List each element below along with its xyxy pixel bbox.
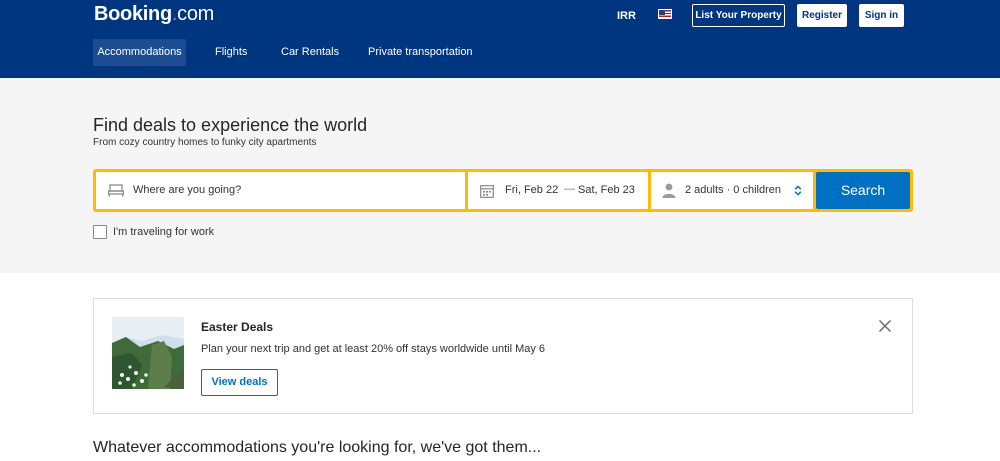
booking-logo[interactable]: Booking.com bbox=[94, 3, 214, 26]
deal-description: Plan your next trip and get at least 20%… bbox=[201, 343, 546, 355]
work-travel-label[interactable]: I'm traveling for work bbox=[113, 226, 214, 238]
signin-button[interactable]: Sign in bbox=[859, 4, 904, 27]
list-property-button[interactable]: List Your Property bbox=[692, 4, 785, 27]
close-icon[interactable] bbox=[878, 319, 892, 333]
destination-placeholder: Where are you going? bbox=[133, 184, 242, 196]
hero-title: Find deals to experience the world bbox=[93, 115, 368, 135]
guests-selector[interactable]: 2 adults · 0 children bbox=[651, 172, 813, 209]
us-flag-icon[interactable] bbox=[658, 9, 672, 19]
accommodations-section-title: Whatever accommodations you're looking f… bbox=[93, 439, 542, 456]
date-separator: — bbox=[564, 183, 575, 195]
register-button[interactable]: Register bbox=[797, 4, 847, 27]
logo-text: Booking bbox=[94, 3, 172, 25]
deal-image bbox=[112, 317, 184, 389]
tab-flights[interactable]: Flights bbox=[215, 39, 247, 66]
search-box: Where are you going? Fri, Feb 22 — Sat, … bbox=[93, 169, 913, 212]
search-button[interactable]: Search bbox=[816, 172, 910, 209]
destination-input[interactable]: Where are you going? bbox=[96, 172, 465, 209]
checkin-date: Fri, Feb 22 bbox=[505, 184, 559, 196]
up-down-chevron-icon bbox=[794, 185, 802, 196]
date-picker[interactable]: Fri, Feb 22 — Sat, Feb 23 bbox=[468, 172, 648, 209]
hero-subtitle: From cozy country homes to funky city ap… bbox=[93, 137, 317, 148]
easter-deals-banner: Easter Deals Plan your next trip and get… bbox=[93, 298, 913, 414]
logo-com: com bbox=[177, 3, 215, 25]
calendar-icon bbox=[480, 185, 494, 198]
search-hero: Find deals to experience the world From … bbox=[0, 78, 1000, 273]
currency-selector[interactable]: IRR bbox=[617, 10, 636, 22]
person-icon bbox=[662, 183, 676, 198]
work-travel-checkbox[interactable] bbox=[93, 225, 107, 239]
bed-icon bbox=[108, 184, 124, 197]
tab-car-rentals[interactable]: Car Rentals bbox=[281, 39, 339, 66]
tab-accommodations[interactable]: Accommodations bbox=[93, 39, 186, 66]
deal-title: Easter Deals bbox=[201, 320, 274, 334]
guests-summary: 2 adults · 0 children bbox=[685, 184, 781, 196]
checkout-date: Sat, Feb 23 bbox=[578, 184, 635, 196]
view-deals-button[interactable]: View deals bbox=[201, 369, 278, 396]
tab-private-transportation[interactable]: Private transportation bbox=[368, 39, 473, 66]
top-header: Booking.com IRR List Your Property Regis… bbox=[0, 0, 1000, 78]
